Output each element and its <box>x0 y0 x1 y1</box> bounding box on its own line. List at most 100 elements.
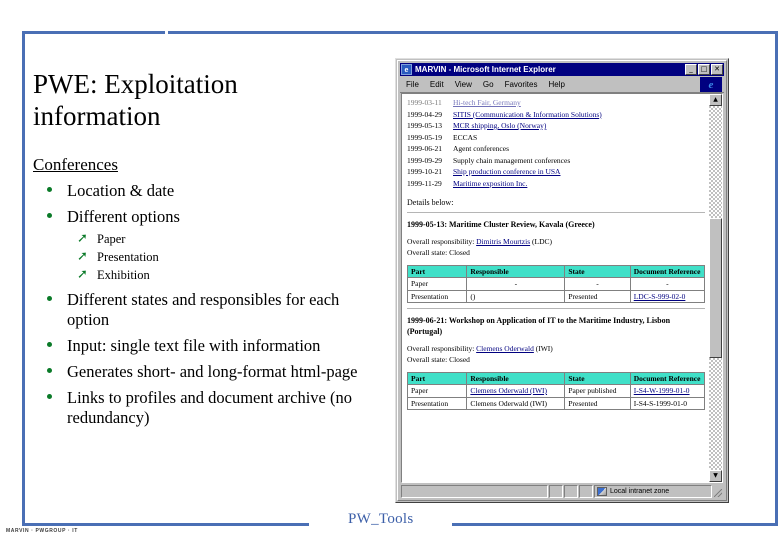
column-header-responsible: Responsible <box>466 372 566 385</box>
sub-bullet-text: Presentation <box>97 250 159 264</box>
bullet-text: Different states and responsibles for ea… <box>67 290 340 329</box>
close-button[interactable]: ✕ <box>711 64 723 75</box>
menu-item-go[interactable]: Go <box>483 80 494 89</box>
arrow-up-right-icon: ➚ <box>77 267 88 282</box>
list-item[interactable]: 1999-04-29 SITIS (Communication & Inform… <box>407 109 705 121</box>
menu-item-view[interactable]: View <box>455 80 472 89</box>
slide-border-left <box>22 31 25 526</box>
section-heading: Conferences <box>33 155 118 174</box>
browser-menubar: File Edit View Go Favorites Help e <box>400 77 724 93</box>
link-label[interactable]: Maritime exposition Inc. <box>453 178 527 190</box>
list-item[interactable]: 1999-03-11 Hi-tech Fair, Germany <box>407 97 705 109</box>
link-date: 1999-05-13 <box>407 121 442 130</box>
link-date: 1999-03-11 <box>407 98 442 107</box>
ie-logo-icon: e <box>700 77 722 92</box>
footer-meta-text: MARVIN · PWGROUP · IT <box>6 528 78 534</box>
security-zone-panel: Local intranet zone <box>594 485 712 498</box>
sub-bullet-text: Paper <box>97 232 126 246</box>
vertical-scrollbar[interactable]: ▲ ▼ <box>709 94 722 482</box>
link-label[interactable]: MCR shipping, Oslo (Norway) <box>453 120 546 132</box>
divider <box>407 212 705 213</box>
list-item[interactable]: 1999-10-21 Ship production conference in… <box>407 166 705 178</box>
event-state: Overall state: Closed <box>407 355 705 366</box>
link-label[interactable]: Ship production conference in USA <box>453 166 560 178</box>
column-header-document-reference: Document Reference <box>629 372 706 385</box>
security-zone-label: Local intranet zone <box>610 488 670 495</box>
event-title: 1999-05-13: Maritime Cluster Review, Kav… <box>407 220 595 229</box>
status-panel-3 <box>579 485 593 498</box>
arrow-up-right-icon: ➚ <box>77 249 88 264</box>
column-header-state: State <box>564 265 631 278</box>
menu-item-edit[interactable]: Edit <box>430 80 444 89</box>
menu-item-help[interactable]: Help <box>548 80 564 89</box>
cell-document-reference: - <box>629 277 706 291</box>
link-date: 1999-10-21 <box>407 167 442 176</box>
link-label[interactable]: Hi-tech Fair, Germany <box>453 97 521 109</box>
maximize-button[interactable]: □ <box>698 64 710 75</box>
menu-item-file[interactable]: File <box>406 80 419 89</box>
cell-responsible: - <box>466 277 566 291</box>
browser-window: e MARVIN - Microsoft Internet Explorer _… <box>395 58 729 503</box>
cell-document-reference[interactable]: LDC-S-999-02-0 <box>629 289 706 303</box>
bullet-dot-icon <box>47 368 52 373</box>
link-label: Agent conferences <box>453 144 510 153</box>
page-title: PWE: Exploitation information <box>33 69 238 131</box>
conference-link-list: 1999-03-11 Hi-tech Fair, Germany 1999-04… <box>407 97 705 189</box>
intranet-zone-icon <box>597 487 607 496</box>
link-label: ECCAS <box>453 132 478 142</box>
list-item: ➚ Paper <box>67 230 385 248</box>
menu-item-favorites[interactable]: Favorites <box>505 80 538 89</box>
document-reference-link[interactable]: I-S4-W-1999-01-0 <box>634 386 690 395</box>
link-date: 1999-04-29 <box>407 109 442 119</box>
cell-part: Paper <box>406 277 468 291</box>
page-document: 1999-03-11 Hi-tech Fair, Germany 1999-04… <box>402 94 709 482</box>
bullet-text: Location & date <box>67 181 175 200</box>
link-date: 1999-09-29 <box>407 155 442 165</box>
column-header-part: Part <box>406 372 468 385</box>
browser-window-inner: e MARVIN - Microsoft Internet Explorer _… <box>397 60 727 501</box>
scroll-down-arrow-icon[interactable]: ▼ <box>709 470 722 482</box>
link-label: Supply chain management conferences <box>453 155 571 165</box>
responsibility-person-link[interactable]: Dimitris Mourtzis <box>476 237 530 246</box>
cell-responsible: Clemens Oderwald (IWI) <box>466 396 566 410</box>
responsibility-org: (IWI) <box>535 344 553 353</box>
event-title: 1999-06-21: Workshop on Application of I… <box>407 316 671 336</box>
window-title: MARVIN - Microsoft Internet Explorer <box>415 65 556 74</box>
status-message-panel <box>401 485 548 498</box>
cell-part: Presentation <box>406 396 468 410</box>
list-item[interactable]: 1999-11-29 Maritime exposition Inc. <box>407 178 705 190</box>
scrollbar-thumb[interactable] <box>709 218 722 358</box>
event-block: 1999-06-21: Workshop on Application of I… <box>406 315 706 410</box>
browser-titlebar: e MARVIN - Microsoft Internet Explorer _… <box>400 63 724 76</box>
scrollbar-track[interactable] <box>709 106 722 470</box>
table-row: Presentation Clemens Oderwald (IWI) Pres… <box>406 396 706 410</box>
responsible-person-link[interactable]: Clemens Oderwald (IWI) <box>470 386 547 395</box>
table-row: Paper - - - <box>406 277 706 291</box>
column-header-document-reference: Document Reference <box>629 265 706 278</box>
slide-border-bottom-right <box>452 523 778 526</box>
link-label[interactable]: SITIS (Communication & Information Solut… <box>453 109 602 121</box>
minimize-button[interactable]: _ <box>685 64 697 75</box>
details-label: Details below: <box>407 198 454 207</box>
document-reference-link[interactable]: LDC-S-999-02-0 <box>634 292 686 301</box>
responsibility-label: Overall responsibility: <box>407 344 475 353</box>
cell-responsible: () <box>466 289 566 303</box>
slide-border-top-right <box>168 31 778 34</box>
status-panel-1 <box>549 485 563 498</box>
link-date: 1999-06-21 <box>407 144 442 153</box>
table-row: Paper Clemens Oderwald (IWI) Paper publi… <box>406 384 706 398</box>
resize-grip-icon[interactable] <box>713 485 723 498</box>
responsibility-person-link[interactable]: Clemens Oderwald <box>476 344 534 353</box>
bullet-text: Input: single text file with information <box>67 336 321 355</box>
list-item: Input: single text file with information <box>33 336 385 356</box>
state-label: Overall state: <box>407 354 448 364</box>
event-state: Overall state: Closed <box>407 248 705 259</box>
slide-content: Conferences Location & date Different op… <box>33 155 385 434</box>
bullet-dot-icon <box>47 187 52 192</box>
cell-document-reference[interactable]: I-S4-W-1999-01-0 <box>629 384 706 398</box>
list-item[interactable]: 1999-05-13 MCR shipping, Oslo (Norway) <box>407 120 705 132</box>
cell-state: Presented <box>564 289 631 303</box>
cell-responsible[interactable]: Clemens Oderwald (IWI) <box>466 384 566 398</box>
scroll-up-arrow-icon[interactable]: ▲ <box>709 94 722 106</box>
responsibility-org: (LDC) <box>532 237 552 246</box>
